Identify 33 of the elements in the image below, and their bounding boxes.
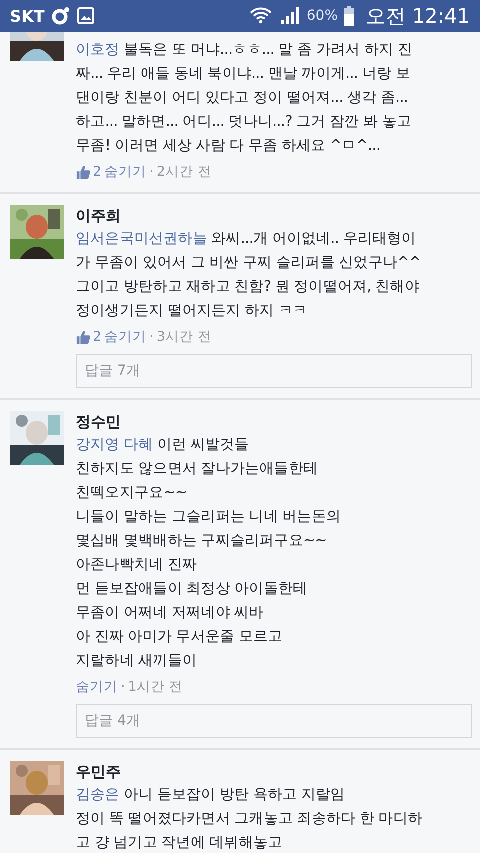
hide-link[interactable]: 숨기기 [104, 163, 147, 181]
ring-icon [50, 6, 71, 26]
battery-percent: 60% [306, 8, 338, 24]
author-name[interactable]: 정수민 [76, 411, 472, 433]
hide-link[interactable]: 숨기기 [104, 328, 147, 346]
replies-button[interactable]: 답글 7개 [76, 354, 472, 388]
separator-dot: · [150, 164, 154, 180]
timestamp: 2시간 전 [156, 163, 212, 181]
comment-text: 김송은 아니 듣보잡이 방탄 욕하고 지랄임 정이 똑 떨어졌다카면서 그캐놓고 죄송하다 한 마디하 고 걍 넘기고 작년에 데뷔해놓고 [76, 786, 424, 853]
like-count: 2 [93, 164, 102, 180]
hide-link[interactable]: 숨기기 [76, 678, 118, 696]
timestamp: 1시간 전 [128, 678, 184, 696]
mention-link[interactable]: 이호정 [76, 42, 120, 58]
author-name[interactable]: 우민주 [76, 761, 472, 783]
clock: 오전 12:41 [366, 2, 470, 30]
mention-link[interactable]: 강지영 다혜 [76, 437, 154, 453]
thumbs-up-icon [76, 164, 91, 180]
thumbs-up-icon [76, 330, 91, 344]
comment-text: 이호정 불독은 또 머냐...ㅎㅎ... 말 좀 가려서 하지 진 짜... 우리 애들 동네 북이냐... 맨날 까이게... 너랑 보 댄이랑 친분이 어디 있다고 정이 떨어져... 생각 좀... 하고... 말하면... 어디... 덧나니...? 그거 잠깐 봐 놓고 무좀! 이러면 세상 사람 다 무좀 하세요 ^ㅁ^... [76, 41, 414, 156]
author-name[interactable]: 이주희 [76, 205, 472, 227]
carrier-label: SKT [10, 6, 45, 26]
comment-text: 임서은국미선권하늘 와씨...개 어이없네.. 우리태형이 가 무좀이 있어서 그 비싼 구찌 슬리퍼를 신었구나^^ 그이고 방탄하고 재하고 친함? 뭔 정이떨어져, 친해야 정이생기든지 떨어지든지 하지 ㅋㅋ [76, 230, 422, 321]
replies-button[interactable]: 답글 4개 [76, 704, 472, 738]
battery-icon [344, 6, 354, 26]
separator-dot: · [121, 679, 126, 695]
signal-icon [278, 6, 301, 26]
timestamp: 3시간 전 [156, 328, 212, 346]
comment-text: 강지영 다혜 이런 씨발것들 친하지도 않으면서 잘나가는애들한테 친떽오지구요~~ 니들이 말하는 그슬리퍼는 니네 버는돈의 몇십배 몇백배하는 구찌슬리퍼구요~~ 아존나빡치네 진짜 먼 듣보잡애들이 최정상 아이돌한테 무좀이 어쩌네 저쩌네야 씨바 아 진짜 아미가 무서운줄 모르고 지랄하네 새끼들이 [76, 436, 342, 671]
separator-dot: · [150, 329, 154, 345]
image-icon [76, 7, 95, 25]
mention-link[interactable]: 임서은국미선권하늘 [76, 231, 208, 247]
mention-link[interactable]: 김송은 [76, 787, 120, 803]
like-count: 2 [93, 329, 102, 345]
